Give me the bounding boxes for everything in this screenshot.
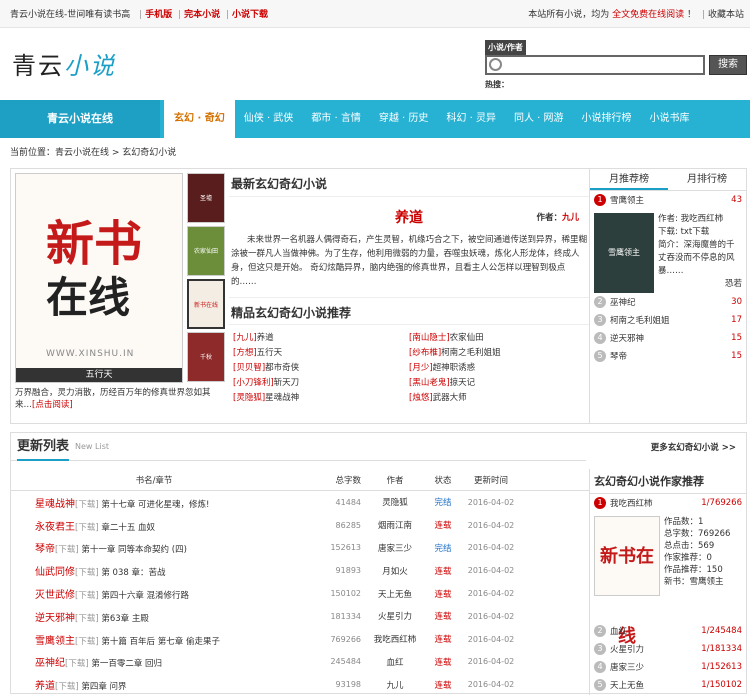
table-row[interactable]: 琴帝[下载] 第十一章 同等本命契约 (四) 152613 唐家三少 完结 2016-0… (11, 537, 589, 560)
recommend-list: [九儿]养道 [南山隐士]农家仙田 [方想]五行天 [纱布椎]柯南之毛利姐姐 [… (229, 325, 589, 409)
complete-novels-link[interactable]: 完本小说 (184, 10, 220, 20)
rec-item[interactable]: [灵隐狐]星魂战神 (233, 391, 409, 403)
breadcrumb: 当前位置：青云小说在线 > 玄幻奇幻小说 (10, 148, 177, 158)
rec-item[interactable]: [九儿]养道 (233, 331, 409, 343)
table-row[interactable]: 养道[下载] 第四章 问界 93198 九儿 连载 2016-04-02 (11, 673, 589, 696)
rec-item[interactable]: [黑山老鬼]掠天记 (409, 376, 585, 388)
hot-search-label: 热搜： (485, 80, 509, 89)
update-table: 书名/章节 总字数 作者 状态 更新时间 星魂战神[下载] 第十七章 可进化星魂… (11, 469, 589, 696)
rec-item[interactable]: [方想]五行天 (233, 346, 409, 358)
mobile-link[interactable]: 手机版 (145, 10, 172, 20)
download-link[interactable]: 小说下载 (232, 10, 268, 20)
nav-xianxia[interactable]: 仙侠 · 武侠 (235, 100, 303, 138)
thumbnail-list: 圣墟 农家仙田 新书在线 千秋 (187, 173, 227, 385)
nav-home[interactable]: 青云小说在线 (0, 100, 160, 138)
update-title: 更新列表 (17, 433, 70, 461)
featured-section: 新书 在线 WWW.XINSHU.IN 五行天 圣墟 农家仙田 新书在线 千秋 … (10, 168, 747, 424)
thumbnail[interactable]: 千秋 (187, 332, 225, 382)
latest-description: 未来世界一名机器人偶得奇石，产生灵智，机缘巧合之下，被空间通道传送到异界，稀里糊… (231, 235, 588, 287)
site-logo[interactable]: 青云小说 (12, 46, 116, 81)
cover-description: 万界融合，灵力消散，历经百万年的修真世界忽如其来…[点击阅读] (15, 388, 211, 410)
rank-row[interactable]: 3 柯南之毛利姐姐 17 (590, 311, 746, 329)
table-row[interactable]: 灭世武修[下载] 第四十六章 混淆修行路 150102 天上无鱼 连载 2016-04-… (11, 582, 589, 605)
site-slogan: 青云小说在线-世间唯有读书高 (10, 10, 131, 20)
rec-item[interactable]: [月少]超神职诱惑 (409, 361, 585, 373)
rec-item[interactable]: [烛悠]武器大师 (409, 391, 585, 403)
author-heading: 玄幻奇幻小说作家推荐 (590, 469, 746, 494)
author-row[interactable]: 4 唐家三少 1/152613 (590, 658, 746, 676)
rank-row[interactable]: 1 雪鹰领主 43 (590, 191, 746, 209)
latest-panel: 最新玄幻奇幻小说 养道 作者：九儿 未来世界一名机器人偶得奇石，产生灵智，机缘巧… (229, 169, 589, 423)
nav-scifi[interactable]: 科幻 · 灵异 (437, 100, 505, 138)
notice-highlight: 全文免费在线阅读 (612, 10, 685, 20)
nav-library[interactable]: 小说书库 (641, 100, 699, 138)
author-info: 作品数：1 总字数：769266 总点击：569 作家推荐：0 作品推荐：150 新书：雪… (664, 517, 731, 587)
author-row[interactable]: 5 天上无鱼 1/150102 (590, 676, 746, 694)
tab-month-rank[interactable]: 月排行榜 (668, 169, 746, 190)
col-header: 状态 (434, 475, 452, 486)
rec-item[interactable]: [贝贝智]都市奇侠 (233, 361, 409, 373)
col-header: 更新时间 (473, 475, 508, 486)
notice-text: 本站所有小说，均为 (528, 10, 610, 20)
thumbnail[interactable]: 农家仙田 (187, 226, 225, 276)
nav-ranking[interactable]: 小说排行榜 (573, 100, 641, 138)
author-row[interactable]: 3 火星引力 1/181334 (590, 640, 746, 658)
recommend-heading: 精品玄幻奇幻小说推荐 (229, 297, 589, 325)
read-link[interactable]: [点击阅读] (32, 400, 73, 410)
search-input[interactable] (485, 55, 706, 75)
rank-cover[interactable]: 雪鹰领主 (594, 213, 654, 293)
col-header: 作者 (386, 475, 404, 486)
search-box: 小说/作者 搜索 热搜： (485, 40, 747, 90)
table-row[interactable]: 巫神纪[下载] 第一百零二章 回归 245484 血红 连载 2016-04-02 (11, 651, 589, 674)
rank-featured: 雪鹰领主 作者: 我吃西红柿 下载: txt下载 简介：深海魔兽的千丈吞没而不停息的… (590, 209, 746, 293)
tab-month-recommend[interactable]: 月推荐榜 (590, 169, 668, 190)
author-panel: 玄幻奇幻小说作家推荐 1 我吃西红柿 1/769266 新书在线 作品数：1 总字数：… (589, 469, 746, 695)
rec-item[interactable]: [小刀锋利]斩天刀 (233, 376, 409, 388)
header: 青云小说 小说/作者 搜索 热搜： (0, 28, 750, 100)
table-row[interactable]: 雪鹰领主[下载] 第十篇 百年后 第七章 偷走果子 769266 我吃西红柿 连载 20… (11, 628, 589, 651)
search-button[interactable]: 搜索 (709, 55, 747, 75)
rec-item[interactable]: [纱布椎]柯南之毛利姐姐 (409, 346, 585, 358)
rank-row[interactable]: 4 逆天邪神 15 (590, 329, 746, 347)
rec-item[interactable]: [南山隐士]农家仙田 (409, 331, 585, 343)
main-nav: 青云小说在线 玄幻 · 奇幻 仙侠 · 武侠 都市 · 言情 穿越 · 历史 科… (0, 100, 750, 138)
notice-end: ！ (687, 10, 697, 20)
nav-urban[interactable]: 都市 · 言情 (302, 100, 370, 138)
more-link[interactable]: 更多玄幻奇幻小说 >> (651, 441, 736, 453)
thumbnail[interactable]: 新书在线 (187, 279, 225, 329)
ranking-panel: 月推荐榜 月排行榜 1 雪鹰领主 43 雪鹰领主 作者: 我吃西红柿 下载: txt下… (589, 169, 746, 423)
latest-title[interactable]: 养道 (229, 207, 589, 227)
table-row[interactable]: 星魂战神[下载] 第十七章 可进化星魂，修炼! 41484 灵隐狐 完结 2016-04… (11, 491, 589, 514)
author-cover[interactable]: 新书在线 (594, 516, 660, 647)
search-icon (489, 58, 502, 71)
nav-fanfic[interactable]: 同人 · 网游 (505, 100, 573, 138)
table-row[interactable]: 仙武同修[下载] 第 038 章：苦战 91893 月如火 连载 2016-04-02 (11, 559, 589, 582)
update-subtitle: New List (75, 442, 109, 451)
cover-image[interactable]: 新书 在线 WWW.XINSHU.IN 五行天 (15, 173, 183, 383)
search-type-tab[interactable]: 小说/作者 (485, 40, 526, 55)
author-row[interactable]: 2 血红 1/245484 (590, 622, 746, 640)
cover-caption[interactable]: 五行天 (16, 368, 182, 382)
bookmark-link[interactable]: 收藏本站 (708, 10, 744, 20)
thumbnail[interactable]: 圣墟 (187, 173, 225, 223)
nav-history[interactable]: 穿越 · 历史 (370, 100, 438, 138)
author-row[interactable]: 1 我吃西红柿 1/769266 (590, 494, 746, 512)
table-row[interactable]: 逆天邪神[下载] 第63章 主殿 181334 火星引力 连载 2016-04-02 (11, 605, 589, 628)
col-header: 书名/章节 (135, 475, 173, 486)
latest-author: 作者：九儿 (536, 213, 579, 223)
rank-row[interactable]: 5 琴帝 15 (590, 347, 746, 365)
col-header: 总字数 (335, 475, 361, 486)
update-section: 更新列表 New List 更多玄幻奇幻小说 >> 书名/章节 总字数 作者 状… (10, 432, 747, 696)
top-bar: 青云小说在线-世间唯有读书高 | 手机版 | 完本小说 | 小说下载 本站所有小说，均… (0, 0, 750, 28)
rank-row[interactable]: 2 巫神纪 30 (590, 293, 746, 311)
nav-fantasy[interactable]: 玄幻 · 奇幻 (164, 100, 235, 138)
table-row[interactable]: 永夜君王[下载] 章二十五 血奴 86285 烟雨江南 连载 2016-04-02 (11, 514, 589, 537)
latest-heading: 最新玄幻奇幻小说 (229, 169, 589, 197)
